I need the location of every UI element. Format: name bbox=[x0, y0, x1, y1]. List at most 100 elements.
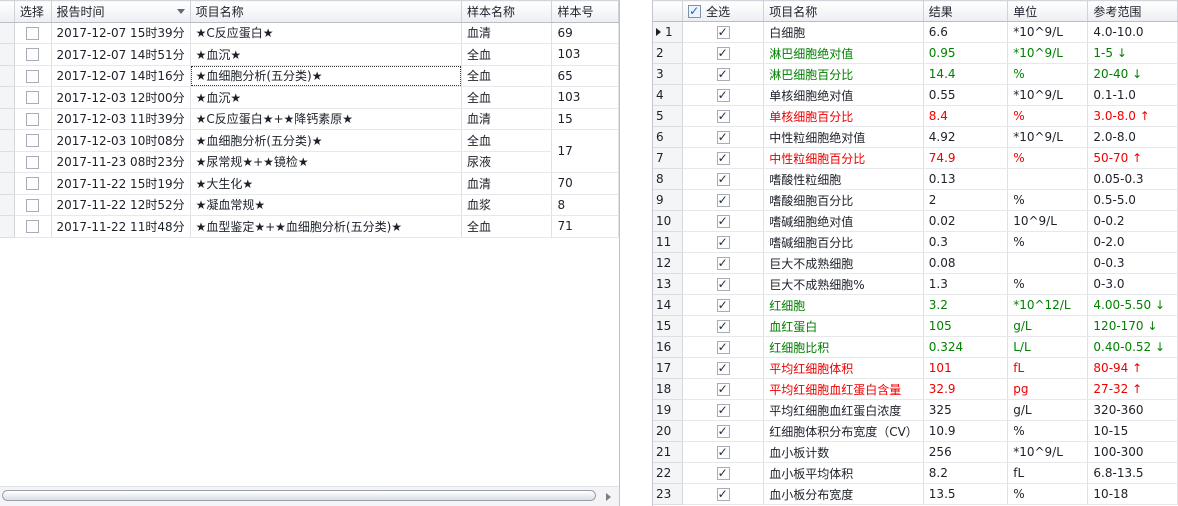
reference-range-cell[interactable]: 3.0-8.0 ↑ bbox=[1088, 106, 1178, 127]
sample-name-cell[interactable]: 全血 bbox=[462, 87, 552, 109]
unit-cell[interactable]: % bbox=[1008, 106, 1088, 127]
reference-range-cell[interactable]: 4.00-5.50 ↓ bbox=[1088, 295, 1178, 316]
analyte-name-cell[interactable]: 红细胞 bbox=[764, 295, 924, 316]
result-cell[interactable]: 8.4 bbox=[923, 106, 1007, 127]
select-cell[interactable] bbox=[14, 194, 51, 216]
col-header-select-all[interactable]: 全选 bbox=[683, 1, 764, 22]
unit-cell[interactable]: 10^9/L bbox=[1008, 211, 1088, 232]
analyte-name-cell[interactable]: 嗜酸性粒细胞 bbox=[764, 169, 924, 190]
select-cell[interactable] bbox=[14, 22, 51, 44]
result-row[interactable]: 8嗜酸性粒细胞0.130.05-0.3 bbox=[653, 169, 1178, 190]
item-name-cell[interactable]: ★尿常规★+★镜检★ bbox=[190, 151, 461, 173]
reference-range-cell[interactable]: 27-32 ↑ bbox=[1088, 379, 1178, 400]
report-time-cell[interactable]: 2017-12-07 14时51分 bbox=[51, 44, 190, 66]
report-time-cell[interactable]: 2017-12-03 10时08分 bbox=[51, 130, 190, 152]
reference-range-cell[interactable]: 80-94 ↑ bbox=[1088, 358, 1178, 379]
select-cell[interactable] bbox=[683, 358, 764, 379]
item-name-cell[interactable]: ★血细胞分析(五分类)★ bbox=[190, 130, 461, 152]
report-time-cell[interactable]: 2017-12-07 14时16分 bbox=[51, 65, 190, 87]
report-time-cell[interactable]: 2017-12-03 12时00分 bbox=[51, 87, 190, 109]
analyte-checkbox[interactable] bbox=[717, 215, 730, 228]
reference-range-cell[interactable]: 0-0.3 bbox=[1088, 253, 1178, 274]
sample-no-cell[interactable]: 69 bbox=[552, 22, 619, 44]
select-cell[interactable] bbox=[683, 442, 764, 463]
analyte-name-cell[interactable]: 血红蛋白 bbox=[764, 316, 924, 337]
sample-no-cell[interactable]: 17 bbox=[552, 130, 619, 173]
scrollbar-right-arrow-icon[interactable] bbox=[606, 493, 611, 501]
result-row[interactable]: 11嗜碱细胞百分比0.3%0-2.0 bbox=[653, 232, 1178, 253]
result-row[interactable]: 16红细胞比积0.324L/L0.40-0.52 ↓ bbox=[653, 337, 1178, 358]
select-cell[interactable] bbox=[683, 64, 764, 85]
analyte-checkbox[interactable] bbox=[717, 446, 730, 459]
reference-range-cell[interactable]: 0-0.2 bbox=[1088, 211, 1178, 232]
analyte-name-cell[interactable]: 巨大不成熟细胞% bbox=[764, 274, 924, 295]
sample-no-cell[interactable]: 103 bbox=[552, 44, 619, 66]
unit-cell[interactable]: *10^9/L bbox=[1008, 127, 1088, 148]
report-time-cell[interactable]: 2017-11-22 12时52分 bbox=[51, 194, 190, 216]
select-cell[interactable] bbox=[14, 130, 51, 152]
result-row[interactable]: 22血小板平均体积8.2fL6.8-13.5 bbox=[653, 463, 1178, 484]
reference-range-cell[interactable]: 0.05-0.3 bbox=[1088, 169, 1178, 190]
result-row[interactable]: 7中性粒细胞百分比74.9%50-70 ↑ bbox=[653, 148, 1178, 169]
unit-cell[interactable]: % bbox=[1008, 64, 1088, 85]
item-name-cell[interactable]: ★血细胞分析(五分类)★ bbox=[190, 65, 461, 87]
item-name-cell[interactable]: ★C反应蛋白★ bbox=[190, 22, 461, 44]
analyte-name-cell[interactable]: 嗜碱细胞绝对值 bbox=[764, 211, 924, 232]
select-cell[interactable] bbox=[14, 44, 51, 66]
sample-no-cell[interactable]: 71 bbox=[552, 216, 619, 238]
reference-range-cell[interactable]: 0.1-1.0 bbox=[1088, 85, 1178, 106]
report-row[interactable]: 2017-12-07 14时51分★血沉★全血103 bbox=[0, 44, 619, 66]
report-row[interactable]: 2017-12-07 15时39分★C反应蛋白★血清69 bbox=[0, 22, 619, 44]
analyte-name-cell[interactable]: 血小板平均体积 bbox=[764, 463, 924, 484]
sample-no-cell[interactable]: 8 bbox=[552, 194, 619, 216]
report-time-cell[interactable]: 2017-12-07 15时39分 bbox=[51, 22, 190, 44]
select-cell[interactable] bbox=[683, 169, 764, 190]
sample-name-cell[interactable]: 血清 bbox=[462, 108, 552, 130]
select-cell[interactable] bbox=[683, 316, 764, 337]
reference-range-cell[interactable]: 0.5-5.0 bbox=[1088, 190, 1178, 211]
select-cell[interactable] bbox=[683, 106, 764, 127]
analyte-name-cell[interactable]: 巨大不成熟细胞 bbox=[764, 253, 924, 274]
result-row[interactable]: 19平均红细胞血红蛋白浓度325g/L320-360 bbox=[653, 400, 1178, 421]
sample-no-cell[interactable]: 15 bbox=[552, 108, 619, 130]
report-checkbox[interactable] bbox=[26, 199, 39, 212]
select-cell[interactable] bbox=[683, 274, 764, 295]
reference-range-cell[interactable]: 1-5 ↓ bbox=[1088, 43, 1178, 64]
item-name-cell[interactable]: ★血沉★ bbox=[190, 44, 461, 66]
analyte-checkbox[interactable] bbox=[717, 68, 730, 81]
report-row[interactable]: 2017-11-22 11时48分★血型鉴定★+★血细胞分析(五分类)★全血71 bbox=[0, 216, 619, 238]
unit-cell[interactable]: fL bbox=[1008, 358, 1088, 379]
report-checkbox[interactable] bbox=[26, 134, 39, 147]
result-cell[interactable]: 74.9 bbox=[923, 148, 1007, 169]
analyte-checkbox[interactable] bbox=[717, 341, 730, 354]
unit-cell[interactable]: % bbox=[1008, 484, 1088, 505]
sample-name-cell[interactable]: 血浆 bbox=[462, 194, 552, 216]
unit-cell[interactable]: % bbox=[1008, 421, 1088, 442]
analyte-checkbox[interactable] bbox=[717, 236, 730, 249]
analyte-name-cell[interactable]: 红细胞体积分布宽度（CV） bbox=[764, 421, 924, 442]
item-name-cell[interactable]: ★C反应蛋白★+★降钙素原★ bbox=[190, 108, 461, 130]
result-row[interactable]: 9嗜酸细胞百分比2%0.5-5.0 bbox=[653, 190, 1178, 211]
analyte-name-cell[interactable]: 淋巴细胞绝对值 bbox=[764, 43, 924, 64]
result-cell[interactable]: 256 bbox=[923, 442, 1007, 463]
col-header-select[interactable]: 选择 bbox=[14, 1, 51, 23]
result-cell[interactable]: 0.55 bbox=[923, 85, 1007, 106]
result-row[interactable]: 6中性粒细胞绝对值4.92*10^9/L2.0-8.0 bbox=[653, 127, 1178, 148]
result-row[interactable]: 3淋巴细胞百分比14.4%20-40 ↓ bbox=[653, 64, 1178, 85]
col-header-sample-no[interactable]: 样本号 bbox=[552, 1, 619, 23]
unit-cell[interactable]: g/L bbox=[1008, 400, 1088, 421]
unit-cell[interactable]: L/L bbox=[1008, 337, 1088, 358]
report-checkbox[interactable] bbox=[26, 220, 39, 233]
reference-range-cell[interactable]: 20-40 ↓ bbox=[1088, 64, 1178, 85]
result-cell[interactable]: 1.3 bbox=[923, 274, 1007, 295]
select-cell[interactable] bbox=[683, 85, 764, 106]
result-cell[interactable]: 0.3 bbox=[923, 232, 1007, 253]
unit-cell[interactable]: % bbox=[1008, 232, 1088, 253]
select-cell[interactable] bbox=[683, 295, 764, 316]
result-row[interactable]: 5单核细胞百分比8.4%3.0-8.0 ↑ bbox=[653, 106, 1178, 127]
sample-no-cell[interactable]: 70 bbox=[552, 173, 619, 195]
analyte-checkbox[interactable] bbox=[717, 362, 730, 375]
select-cell[interactable] bbox=[14, 87, 51, 109]
reference-range-cell[interactable]: 120-170 ↓ bbox=[1088, 316, 1178, 337]
analyte-checkbox[interactable] bbox=[717, 299, 730, 312]
